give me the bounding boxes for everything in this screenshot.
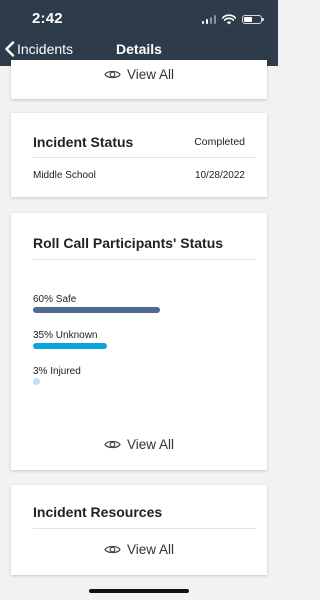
incident-resources-card: Incident Resources View All bbox=[11, 485, 267, 575]
roll-call-title: Roll Call Participants' Status bbox=[33, 235, 224, 251]
divider bbox=[33, 528, 256, 529]
view-all-label: View All bbox=[126, 437, 175, 452]
incident-status-value: Completed bbox=[194, 136, 245, 148]
incident-location: Middle School bbox=[33, 170, 96, 181]
incident-status-title: Incident Status bbox=[33, 134, 134, 150]
view-all-link[interactable]: View All bbox=[11, 542, 267, 557]
battery-icon bbox=[242, 14, 264, 24]
safe-label: 60% Safe bbox=[33, 294, 77, 305]
page-title: Details bbox=[116, 41, 162, 57]
unknown-label: 35% Unknown bbox=[33, 330, 98, 341]
eye-icon bbox=[104, 70, 121, 79]
divider bbox=[33, 259, 256, 260]
incident-status-card: Incident Status Completed Middle School … bbox=[11, 113, 267, 197]
status-icons bbox=[201, 13, 264, 25]
status-time: 2:42 bbox=[32, 10, 63, 27]
previous-section-card: View All bbox=[11, 60, 267, 99]
eye-icon bbox=[104, 545, 121, 554]
divider bbox=[33, 157, 256, 158]
cellular-signal-icon bbox=[201, 14, 216, 24]
injured-bar bbox=[33, 378, 40, 385]
view-all-label: View All bbox=[126, 542, 175, 557]
view-all-label: View All bbox=[126, 67, 175, 82]
wifi-icon bbox=[222, 13, 236, 24]
top-bar: 2:42 Incidents Details bbox=[0, 0, 278, 66]
eye-icon bbox=[104, 440, 121, 449]
injured-label: 3% Injured bbox=[33, 366, 81, 377]
unknown-bar bbox=[33, 343, 107, 349]
view-all-link[interactable]: View All bbox=[11, 67, 267, 82]
incident-resources-title: Incident Resources bbox=[33, 504, 163, 520]
home-indicator bbox=[89, 589, 189, 593]
view-all-link[interactable]: View All bbox=[11, 437, 267, 452]
safe-bar bbox=[33, 307, 160, 313]
incident-date: 10/28/2022 bbox=[194, 170, 245, 181]
roll-call-card: Roll Call Participants' Status 60% Safe … bbox=[11, 213, 267, 470]
